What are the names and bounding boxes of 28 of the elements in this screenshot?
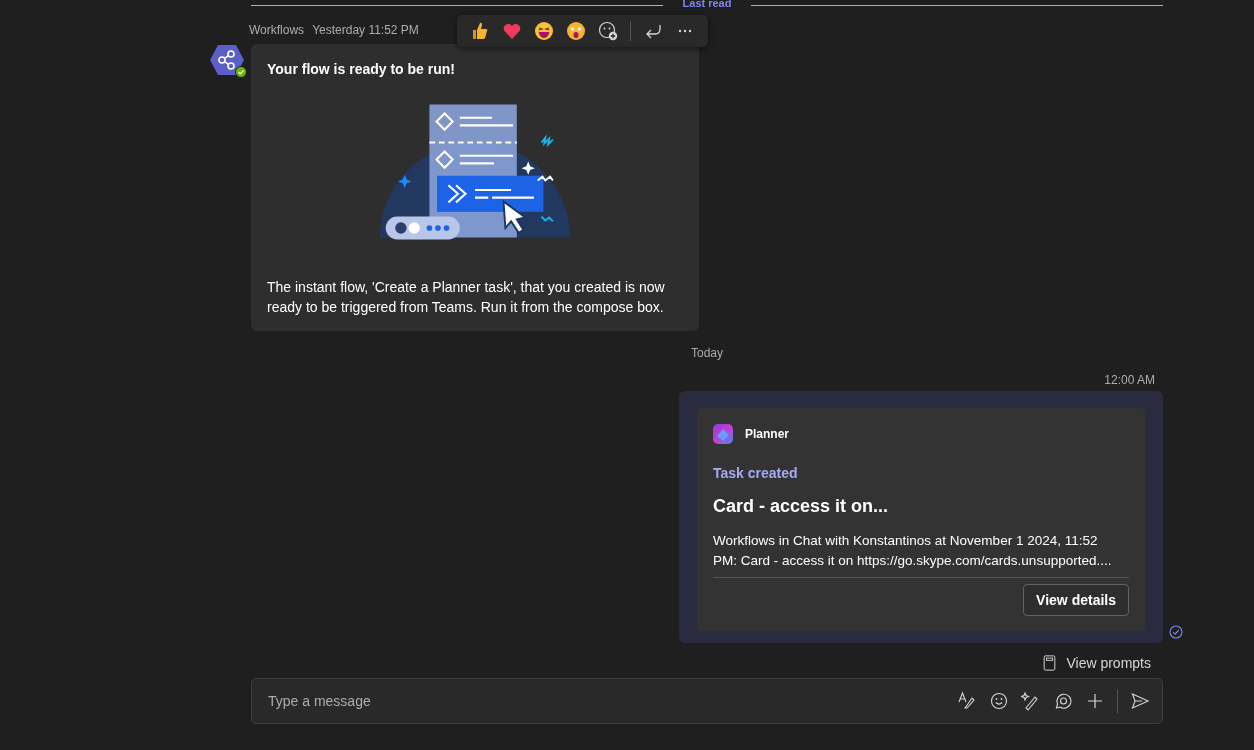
message-time: 12:00 AM <box>1104 373 1155 387</box>
event-label: Task created <box>713 465 799 481</box>
planner-app-icon <box>713 424 733 444</box>
view-details-button[interactable]: View details <box>1023 584 1129 616</box>
date-divider: Today <box>691 346 723 360</box>
task-description: Workflows in Chat with Konstantinos at November 1 2024, 11:52 PM: Card - access it on https://go.skype.com/cards.unsupported.... <box>713 532 1113 570</box>
card-title: Your flow is ready to be run! <box>267 61 456 77</box>
message-input[interactable]: Type a message <box>266 692 957 710</box>
message-time: Yesterday 11:52 PM <box>312 23 419 39</box>
surprised-face-icon[interactable] <box>566 21 586 41</box>
sender-name: Workflows <box>249 23 305 39</box>
view-prompts-button[interactable]: View prompts <box>1043 653 1163 673</box>
emoji-icon[interactable] <box>989 691 1009 711</box>
thumbs-up-icon[interactable] <box>470 21 490 41</box>
last-read-label: Last read <box>682 0 732 9</box>
message-compose-box[interactable]: Type a message <box>251 678 1163 724</box>
laughing-face-icon[interactable] <box>534 21 554 41</box>
loop-icon[interactable] <box>1053 691 1073 711</box>
plus-icon[interactable] <box>1085 691 1105 711</box>
add-reaction-icon[interactable] <box>598 21 618 41</box>
send-icon[interactable] <box>1130 691 1150 711</box>
notebook-icon <box>1043 655 1057 671</box>
workflows-avatar-icon[interactable] <box>210 44 244 76</box>
app-name: Planner <box>745 427 789 441</box>
task-title: Card - access it on... <box>713 496 890 517</box>
card-message: The instant flow, 'Create a Planner task', that you created is now ready to be triggered from Teams. Run it from the compose box. <box>267 278 666 317</box>
heart-icon[interactable] <box>502 21 522 41</box>
format-text-icon[interactable] <box>957 691 977 711</box>
